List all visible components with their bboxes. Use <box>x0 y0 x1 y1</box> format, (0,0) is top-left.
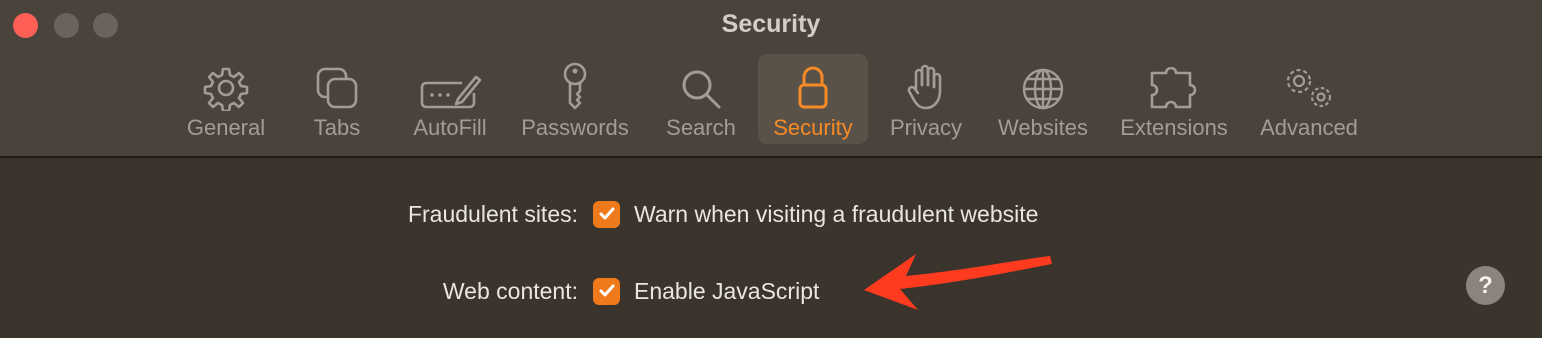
preferences-window: Security General Tabs AutoFill Passwords… <box>0 0 1542 338</box>
annotation-arrow-icon <box>864 254 1052 310</box>
